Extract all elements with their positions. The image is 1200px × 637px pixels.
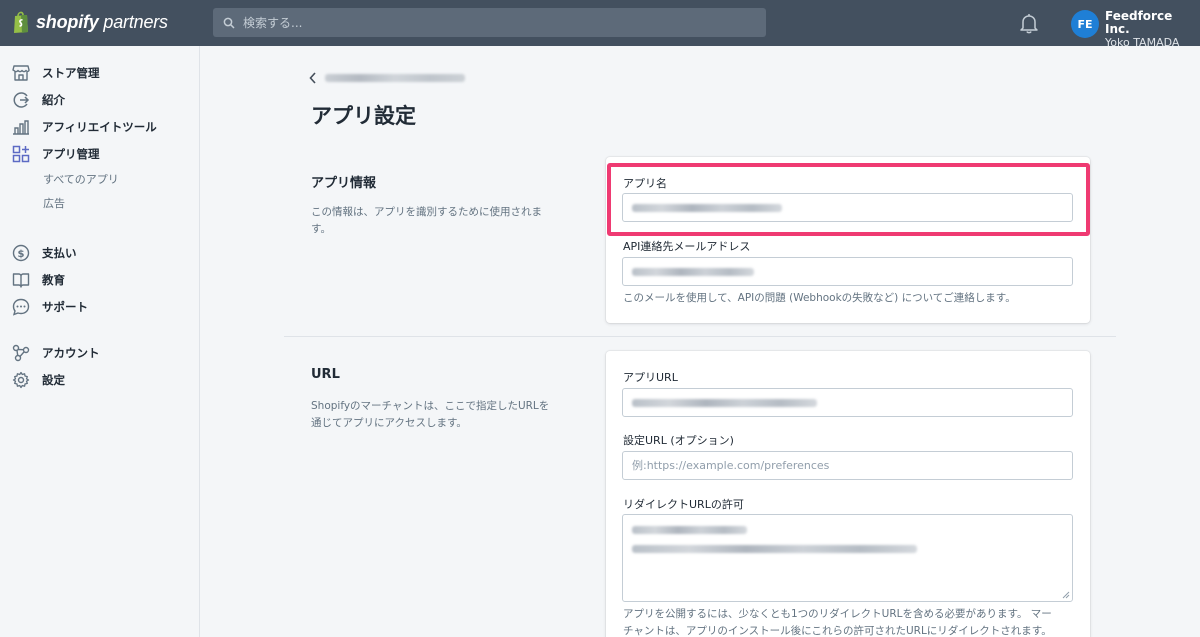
app-info-section-title: アプリ情報 (311, 176, 377, 191)
redirect-help-line-2: チャントは、アプリのインストール後にこれらの許可されたURLにリダイレクトされま… (623, 625, 1052, 637)
account-org: Feedforce Inc. (1105, 9, 1173, 36)
sidebar-item-label: 教育 (42, 273, 65, 287)
breadcrumb[interactable] (309, 72, 465, 84)
account-menu[interactable]: Feedforce Inc. Yoko TAMADA (1105, 9, 1200, 50)
email-label: API連絡先メールアドレス (623, 240, 751, 253)
section-divider (284, 336, 1116, 337)
search-bar[interactable] (213, 8, 766, 37)
notification-bell-icon[interactable] (1017, 11, 1041, 35)
app-url-label: アプリURL (623, 371, 678, 384)
sidebar-item-label: ストア管理 (42, 66, 100, 80)
page-title: アプリ設定 (311, 104, 416, 128)
referral-icon (13, 92, 30, 108)
redirect-url-redacted-2 (632, 545, 917, 553)
sidebar-item-label: 設定 (42, 373, 65, 387)
redirect-help-line-1: アプリを公開するには、少なくとも1つのリダイレクトURLを含める必要があります。… (623, 608, 1052, 620)
account-user: Yoko TAMADA (1105, 36, 1180, 49)
svg-text:$: $ (18, 249, 25, 260)
sidebar-item-label: 紹介 (42, 93, 65, 107)
chevron-left-icon (309, 72, 316, 84)
sidebar-item-payments[interactable]: $ 支払い (12, 244, 77, 262)
sidebar: ストア管理 紹介 アフィリエイトツール アプリ管理 すべてのアプリ 広告 $ 支… (0, 46, 200, 637)
store-icon (12, 65, 30, 81)
top-bar: shopify partners FE Feedforce Inc. Yoko … (0, 0, 1200, 50)
sidebar-item-settings[interactable]: 設定 (12, 371, 65, 389)
sidebar-item-label: アカウント (42, 346, 100, 360)
email-help-text: このメールを使用して、APIの問題 (Webhookの失敗など) についてご連絡… (623, 292, 1016, 304)
sidebar-item-support[interactable]: サポート (12, 298, 88, 316)
chat-icon (12, 298, 30, 316)
email-redacted-value (632, 267, 754, 276)
app-name-label: アプリ名 (623, 177, 667, 190)
redirect-url-redacted-1 (632, 526, 747, 534)
sidebar-item-label: アフィリエイトツール (42, 120, 157, 134)
search-input[interactable] (243, 15, 743, 30)
sidebar-item-education[interactable]: 教育 (12, 271, 65, 289)
sidebar-item-label: サポート (42, 300, 88, 314)
redirect-urls-textarea[interactable] (622, 514, 1073, 602)
shopify-partners-logo[interactable]: shopify partners (12, 10, 168, 34)
app-info-section-description: この情報は、アプリを識別するために使用されます。 (311, 206, 542, 235)
brand-name: shopify partners (36, 11, 168, 32)
settings-url-field[interactable] (622, 451, 1073, 480)
sidebar-item-referral[interactable]: 紹介 (12, 91, 65, 109)
app-name-redacted-value (632, 203, 782, 212)
settings-url-input[interactable] (632, 459, 1072, 472)
search-icon (223, 17, 235, 29)
breadcrumb-redacted-app-name (325, 74, 465, 82)
redirect-url-label: リダイレクトURLの許可 (623, 498, 744, 511)
app-name-field[interactable] (622, 193, 1073, 222)
sidebar-item-app-management[interactable]: アプリ管理 (12, 145, 100, 163)
resize-handle-icon[interactable] (1062, 591, 1070, 599)
sidebar-item-label: 支払い (42, 246, 77, 260)
sidebar-item-store-management[interactable]: ストア管理 (12, 64, 100, 82)
sidebar-item-affiliate-tools[interactable]: アフィリエイトツール (12, 118, 157, 136)
dollar-icon: $ (12, 244, 30, 262)
apps-icon (12, 145, 30, 163)
sidebar-subitem-all-apps[interactable]: すべてのアプリ (43, 171, 119, 187)
url-section-description: Shopifyのマーチャントは、ここで指定したURLを通じてアプリにアクセスしま… (311, 400, 550, 429)
avatar[interactable]: FE (1071, 10, 1099, 38)
settings-url-label: 設定URL (オプション) (623, 434, 734, 447)
book-icon (12, 273, 30, 288)
chart-icon (13, 120, 29, 135)
api-contact-email-field[interactable] (622, 257, 1073, 286)
url-section-title: URL (311, 367, 340, 382)
shopify-bag-icon (14, 11, 28, 33)
app-url-field[interactable] (622, 388, 1073, 417)
app-url-redacted-value (632, 398, 817, 407)
sidebar-item-account[interactable]: アカウント (12, 344, 100, 362)
account-icon (12, 344, 30, 362)
sidebar-subitem-ads[interactable]: 広告 (43, 195, 65, 211)
gear-icon (12, 371, 30, 389)
sidebar-item-label: アプリ管理 (42, 147, 100, 161)
